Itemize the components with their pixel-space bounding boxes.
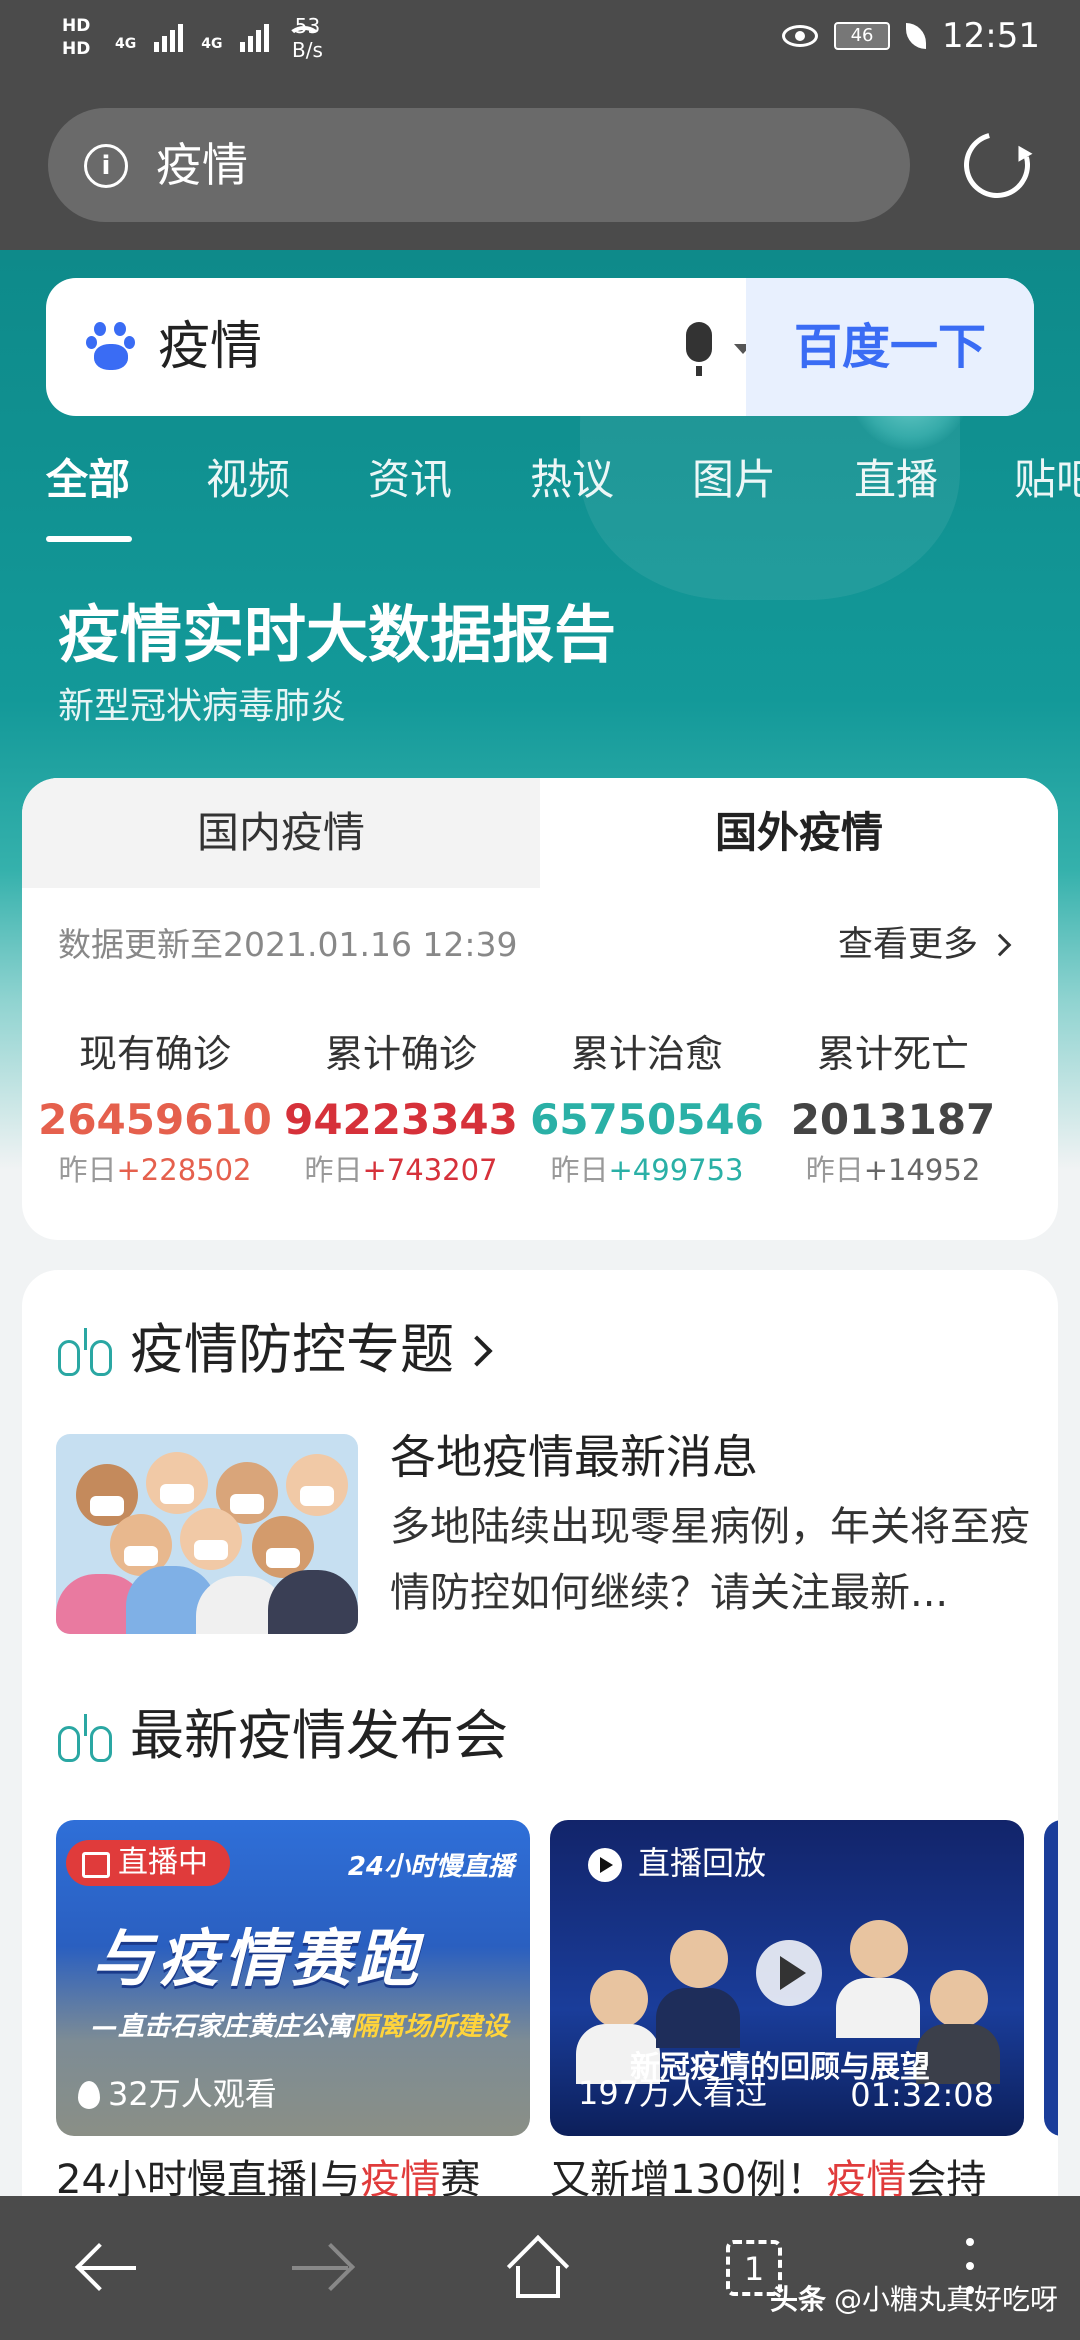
net-type-1: 4G [115,36,137,52]
hd2-label: HD [62,39,91,59]
tab-all[interactable]: 全部 [46,450,130,510]
tab-discussion[interactable]: 热议 [530,450,614,510]
eye-icon [782,25,819,47]
net-speed-unit: B/s [292,38,323,62]
watermark: 头条 @小糖丸真好吃呀 [769,2283,1058,2316]
stat-delta: 昨日+499753 [550,1153,744,1187]
next-video-card[interactable] [1044,1820,1058,2136]
tab-live[interactable]: 直播 [854,450,938,510]
search-input[interactable]: 疫情 [158,312,262,382]
speaker-avatar [590,1970,648,2028]
browser-top-bar: HD HD 4G 4G 53 B/s 46 12:51 i 疫情 [0,0,1080,250]
topic-title: 疫情防控专题 [130,1318,454,1381]
tab-news[interactable]: 资讯 [368,450,452,510]
active-tab-indicator [46,536,132,542]
status-bar: HD HD 4G 4G 53 B/s 46 12:51 [0,0,1080,80]
signal-2-icon [240,18,270,52]
lung-icon [58,1328,114,1378]
clock: 12:51 [942,16,1040,56]
reload-icon[interactable] [951,119,1043,211]
tab-tieba[interactable]: 贴吧 [1014,450,1080,510]
stat-label: 累计治愈 [570,1032,723,1076]
stat-total-confirmed[interactable]: 累计确诊 94223343 昨日+743207 [278,1028,524,1190]
play-button-icon[interactable] [756,1940,822,2006]
stat-value: 26459610 [38,1095,272,1144]
stat-delta: 昨日+14952 [805,1153,981,1187]
stat-delta: 昨日+743207 [304,1153,498,1187]
video-duration: 01:32:08 [850,2076,994,2114]
forward-arrow-icon[interactable] [292,2244,352,2292]
replay-video-card[interactable]: 直播回放 新冠疫情的回顾与展望 197万人看过 01:32:08 [550,1820,1024,2136]
update-time: 数据更新至2021.01.16 12:39 [58,925,518,964]
tab-foreign[interactable]: 国外疫情 [540,778,1058,888]
chevron-right-icon [988,933,1012,957]
video-headline: 与疫情赛跑 [92,1922,423,1995]
baidu-paw-icon [86,322,136,372]
news-title[interactable]: 各地疫情最新消息 [390,1424,758,1490]
stat-label: 累计死亡 [816,1032,969,1076]
speaker-avatar [850,1920,908,1978]
leaf-icon [906,23,927,49]
net-type-2: 4G [201,36,223,52]
stat-total-recovered[interactable]: 累计治愈 65750546 昨日+499753 [524,1028,770,1190]
flame-icon [78,2081,100,2109]
signal-1-icon [154,18,184,52]
see-more-label: 查看更多 [837,925,978,965]
net-speed-value: 53 [294,14,321,38]
report-subtitle: 新型冠状病毒肺炎 [58,686,347,727]
address-text[interactable]: 疫情 [156,134,248,196]
microphone-icon[interactable] [686,322,712,376]
report-title: 疫情实时大数据报告 [58,598,617,671]
stat-label: 累计确诊 [324,1032,477,1076]
speaker-avatar [930,1970,988,2028]
search-tabs: 全部 视频 资讯 热议 图片 直播 贴吧 [0,450,1080,550]
see-more-link[interactable]: 查看更多 [837,922,1012,968]
net-speed: 53 B/s [292,14,323,62]
speaker-avatar [670,1930,728,1988]
news-thumbnail[interactable] [56,1434,358,1634]
hd-indicators: HD HD [62,14,96,60]
stat-total-deaths[interactable]: 累计死亡 2013187 昨日+14952 [770,1028,1016,1190]
stat-value: 94223343 [284,1095,518,1144]
signal-icons: 4G 4G [115,18,322,52]
hd1-label: HD [62,16,91,36]
view-count: 197万人看过 [578,2074,768,2112]
content-card: 疫情防控专题 各地疫情最新消息 多地陆续出现零星病例，年关将至疫情防控如何继续？… [22,1270,1058,2270]
stat-value: 2013187 [790,1095,996,1144]
back-arrow-icon[interactable] [76,2244,136,2292]
stats-card: 国内疫情 国外疫情 数据更新至2021.01.16 12:39 查看更多 现有确… [22,778,1058,1240]
search-button[interactable]: 百度一下 [746,278,1034,416]
view-count: 32万人观看 [78,2074,277,2114]
search-box[interactable]: 疫情 百度一下 [46,278,1034,416]
stat-value: 65750546 [530,1095,764,1144]
battery-icon: 46 [834,22,891,50]
address-bar[interactable]: i 疫情 [48,108,910,222]
stat-label: 现有确诊 [78,1032,231,1076]
stat-delta: 昨日+228502 [58,1153,252,1187]
tab-domestic[interactable]: 国内疫情 [22,778,540,888]
lung-icon [58,1714,114,1764]
topic-section-title[interactable]: 疫情防控专题 [130,1314,493,1386]
tab-video[interactable]: 视频 [206,450,290,510]
tab-images[interactable]: 图片 [692,450,776,510]
live-badge: 直播中 [66,1840,230,1886]
replay-label: 直播回放 [638,1844,767,1882]
chevron-right-icon [461,1335,493,1367]
status-right: 46 12:51 [782,16,1040,56]
news-description[interactable]: 多地陆续出现零星病例，年关将至疫情防控如何继续？请关注最新... [390,1494,1030,1626]
play-icon [588,1848,622,1882]
press-section-title[interactable]: 最新疫情发布会 [130,1700,508,1772]
channel-logo: 24小时慢直播 [347,1852,514,1882]
stat-current-confirmed[interactable]: 现有确诊 26459610 昨日+228502 [32,1028,278,1190]
bottom-navigation: 1 头条 @小糖丸真好吃呀 [0,2196,1080,2340]
home-icon[interactable] [506,2234,570,2298]
info-icon[interactable]: i [84,144,128,188]
video-subline: —直击石家庄黄庄公寓隔离场所建设 [92,2012,509,2042]
live-video-card[interactable]: 直播中 24小时慢直播 与疫情赛跑 —直击石家庄黄庄公寓隔离场所建设 32万人观… [56,1820,530,2136]
